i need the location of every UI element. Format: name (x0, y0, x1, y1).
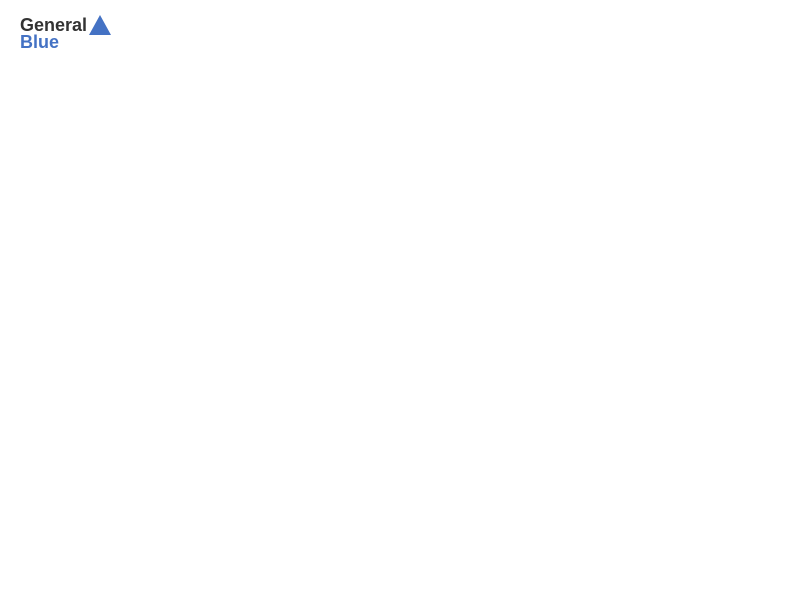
logo-blue-text: Blue (20, 32, 59, 53)
logo-icon (89, 15, 111, 35)
logo: General Blue (20, 15, 111, 53)
header: General Blue (20, 15, 772, 53)
